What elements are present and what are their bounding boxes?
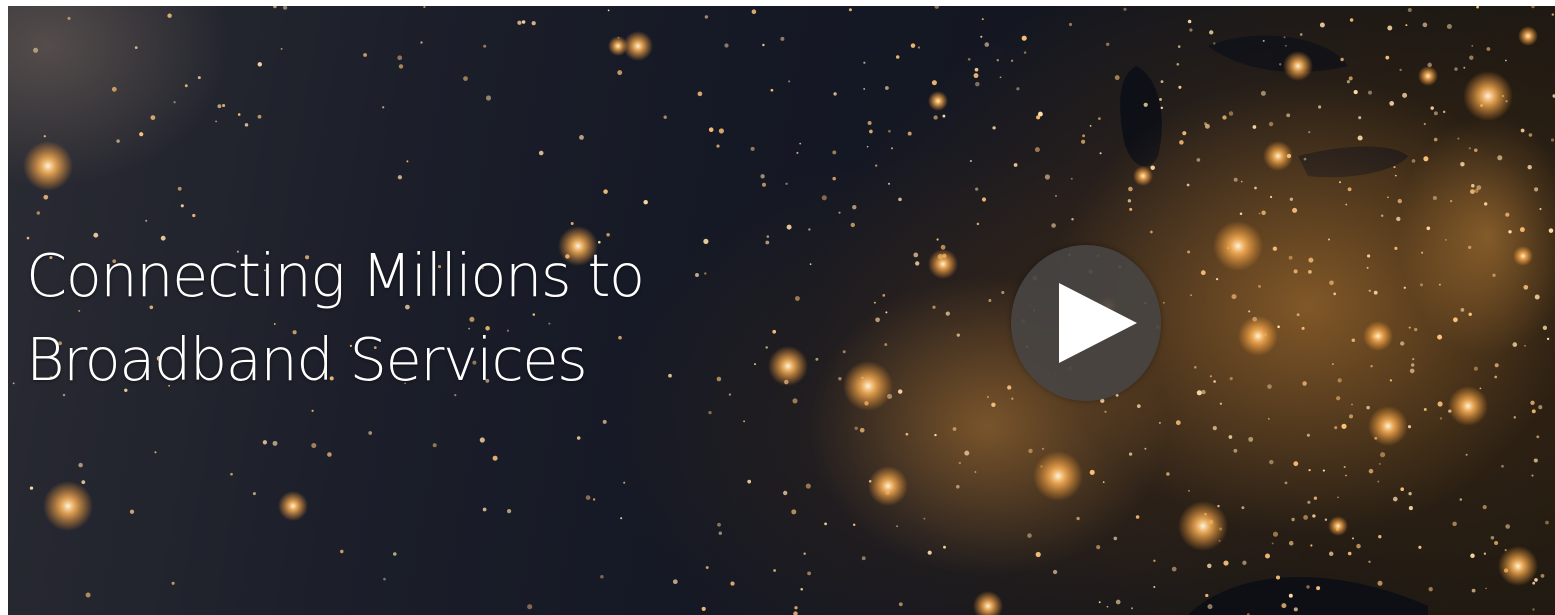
hero-banner: Connecting Millions to Broadband Service… xyxy=(8,6,1555,615)
hero-headline: Connecting Millions to Broadband Service… xyxy=(26,234,645,402)
headline-line-1: Connecting Millions to xyxy=(26,241,645,310)
headline-line-2: Broadband Services xyxy=(26,325,588,394)
play-icon xyxy=(1059,283,1137,363)
play-video-button[interactable] xyxy=(1011,245,1161,401)
